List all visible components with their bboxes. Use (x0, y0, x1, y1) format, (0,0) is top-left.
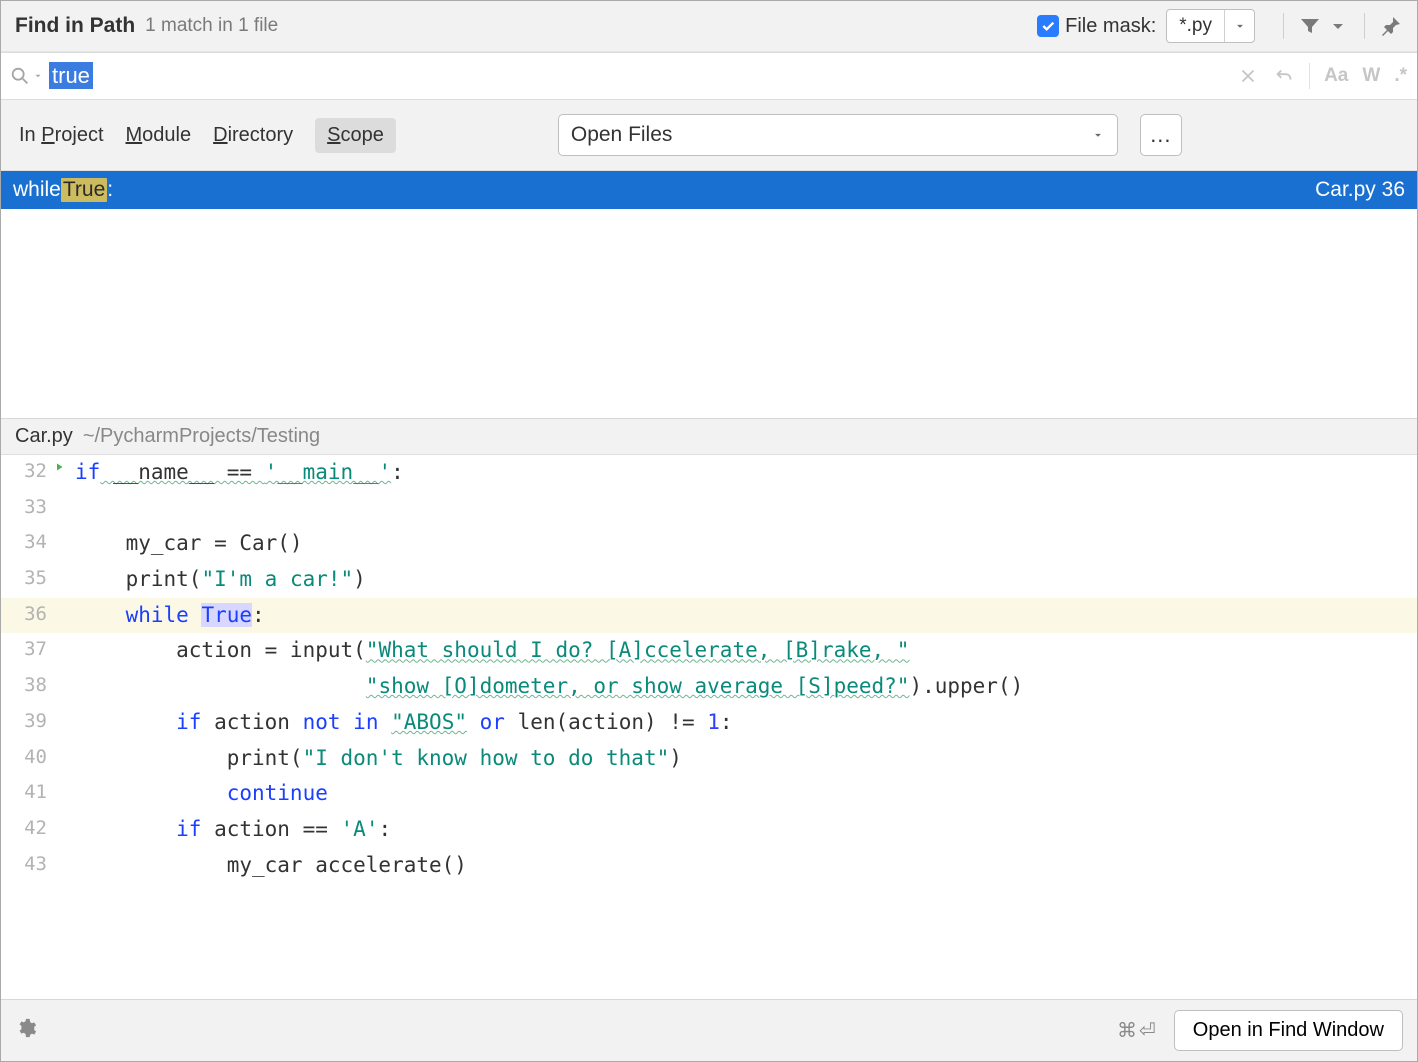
whole-words-toggle[interactable]: W (1362, 65, 1380, 87)
scope-tab-scope[interactable]: Scope (315, 118, 396, 153)
scope-more-button[interactable]: ... (1140, 114, 1182, 156)
gutter-line-number: 35 (1, 562, 53, 594)
code-line: if action not in "ABOS" or len(action) !… (71, 705, 733, 741)
search-input[interactable]: true (49, 63, 1237, 89)
code-line (71, 491, 88, 527)
preview-path: ~/PycharmProjects/Testing (83, 425, 320, 448)
chevron-down-icon[interactable] (1224, 10, 1254, 42)
scope-tab-directory[interactable]: Directory (213, 118, 293, 153)
result-match: True (61, 178, 107, 202)
scope-dropdown[interactable]: Open Files (558, 114, 1118, 156)
gutter-line-number: 43 (1, 848, 53, 880)
separator (1364, 13, 1365, 39)
code-line: my_car accelerate() (71, 848, 467, 884)
file-mask-combobox[interactable]: *.py (1166, 9, 1255, 43)
gutter-line-number: 34 (1, 526, 53, 558)
search-history-dropdown-icon[interactable] (33, 71, 43, 81)
file-mask-checkbox[interactable] (1037, 15, 1059, 37)
regex-toggle[interactable]: .* (1394, 65, 1407, 87)
gutter-line-number: 36 (1, 598, 53, 630)
file-mask-label: File mask: (1065, 15, 1156, 38)
preview-file: Car.py (15, 425, 73, 448)
code-line: while True: (71, 598, 265, 634)
code-line: action = input("What should I do? [A]cce… (71, 633, 909, 669)
code-line: continue (71, 776, 328, 812)
shortcut-hint: ⌘⏎ (1117, 1018, 1158, 1043)
code-line: print("I'm a car!") (71, 562, 366, 598)
match-count: 1 match in 1 file (145, 15, 278, 37)
chevron-down-small-icon[interactable] (1326, 14, 1350, 38)
scope-tab-project[interactable]: In Project (19, 118, 104, 153)
result-line: 36 (1382, 178, 1405, 202)
result-post: : (107, 178, 113, 202)
run-gutter-icon[interactable] (53, 455, 71, 473)
gutter-line-number: 40 (1, 741, 53, 773)
separator (1309, 63, 1310, 89)
result-row[interactable]: while True : Car.py 36 (1, 171, 1417, 209)
pin-icon[interactable] (1379, 14, 1403, 38)
scope-tab-module[interactable]: Module (126, 118, 192, 153)
code-line: print("I don't know how to do that") (71, 741, 682, 777)
filter-icon[interactable] (1298, 14, 1322, 38)
clear-icon[interactable] (1237, 65, 1259, 87)
search-bar: true Aa W .* (1, 52, 1417, 100)
gear-icon[interactable] (15, 1017, 37, 1044)
file-mask-value: *.py (1167, 15, 1224, 37)
scope-dropdown-value: Open Files (571, 123, 673, 147)
code-line: if __name__ == '__main__': (71, 455, 404, 491)
chevron-down-icon (1091, 128, 1105, 142)
dialog-title: Find in Path (15, 14, 135, 38)
gutter-line-number: 33 (1, 491, 53, 523)
gutter-line-number: 42 (1, 812, 53, 844)
search-icon (9, 65, 31, 87)
code-preview[interactable]: 32 if __name__ == '__main__': 33 34 my_c… (1, 455, 1417, 999)
code-line: my_car = Car() (71, 526, 303, 562)
result-pre: while (13, 178, 61, 202)
dialog-footer: ⌘⏎ Open in Find Window (1, 999, 1417, 1061)
open-in-find-window-button[interactable]: Open in Find Window (1174, 1010, 1403, 1051)
gutter-line-number: 37 (1, 633, 53, 665)
gutter-line-number: 39 (1, 705, 53, 737)
results-empty-area (1, 209, 1417, 419)
undo-icon[interactable] (1273, 65, 1295, 87)
match-case-toggle[interactable]: Aa (1324, 65, 1348, 87)
separator (1283, 13, 1284, 39)
code-line: "show [O]dometer, or show average [S]pee… (71, 669, 1023, 705)
dialog-header: Find in Path 1 match in 1 file File mask… (1, 1, 1417, 52)
gutter-line-number: 41 (1, 776, 53, 808)
scope-toolbar: In Project Module Directory Scope Open F… (1, 100, 1417, 171)
preview-header: Car.py ~/PycharmProjects/Testing (1, 419, 1417, 455)
search-input-value: true (49, 62, 93, 89)
code-line: if action == 'A': (71, 812, 391, 848)
gutter-line-number: 32 (1, 455, 53, 487)
gutter-line-number: 38 (1, 669, 53, 701)
result-file: Car.py (1315, 178, 1376, 202)
